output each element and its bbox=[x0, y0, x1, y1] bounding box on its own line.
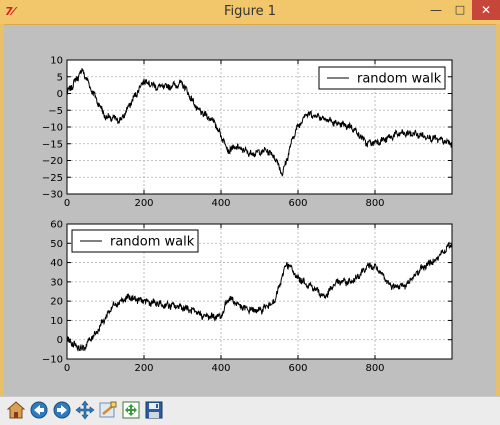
y-tick-label: 5 bbox=[57, 72, 63, 83]
save-icon bbox=[145, 401, 163, 419]
forward-icon bbox=[53, 401, 71, 419]
y-tick-label: −30 bbox=[42, 190, 63, 201]
x-tick-label: 200 bbox=[134, 363, 153, 374]
x-tick-label: 800 bbox=[365, 198, 384, 209]
x-tick-label: 800 bbox=[365, 363, 384, 374]
x-tick-label: 200 bbox=[134, 198, 153, 209]
x-tick-label: 600 bbox=[288, 363, 307, 374]
pan-button[interactable] bbox=[75, 400, 95, 420]
y-tick-label: 0 bbox=[57, 335, 63, 346]
subplot-2: 0 200 400 600 8006050403020100−10random walk bbox=[42, 220, 453, 374]
x-tick-label: 400 bbox=[211, 363, 230, 374]
zoom-icon bbox=[99, 401, 117, 418]
x-tick-label: 600 bbox=[288, 198, 307, 209]
subplot-1: 0 200 400 600 800 10 5 0 −5 −10 −15 −20 −25 −30 random… bbox=[42, 56, 453, 209]
y-tick-label: 0 bbox=[57, 89, 63, 100]
minimize-button[interactable]: — bbox=[424, 0, 448, 20]
home-icon bbox=[6, 401, 26, 419]
x-tick-label: 400 bbox=[211, 198, 230, 209]
maximize-button[interactable]: □ bbox=[448, 0, 472, 20]
y-tick-label: 60 bbox=[50, 220, 63, 231]
home-button[interactable] bbox=[6, 400, 26, 420]
subplots-button[interactable] bbox=[121, 400, 141, 420]
x-tick-label: 0 bbox=[64, 198, 70, 209]
figure-canvas[interactable]: 0 200 400 600 800 10 5 0 −5 −10 −15 −20 −25 −30 random… bbox=[6, 25, 494, 395]
forward-button[interactable] bbox=[52, 400, 72, 420]
save-button[interactable] bbox=[144, 400, 164, 420]
navigation-toolbar bbox=[0, 396, 500, 425]
y-tick-label: −25 bbox=[42, 173, 63, 184]
pan-icon bbox=[75, 400, 95, 420]
y-tick-label: 10 bbox=[50, 316, 63, 327]
y-tick-label: 30 bbox=[50, 277, 63, 288]
y-tick-label: 40 bbox=[50, 258, 63, 269]
window-border-right bbox=[496, 24, 500, 396]
legend: random walk bbox=[71, 229, 199, 253]
figure-svg: 0 200 400 600 8001050−5−10−15−20−25−30random… bbox=[42, 56, 453, 374]
y-tick-label: −15 bbox=[42, 139, 63, 150]
back-button[interactable] bbox=[29, 400, 49, 420]
y-tick-label: −10 bbox=[42, 355, 63, 366]
legend: random walk bbox=[318, 66, 446, 90]
subplots-icon bbox=[122, 401, 140, 419]
zoom-button[interactable] bbox=[98, 400, 118, 420]
y-tick-label: −20 bbox=[42, 156, 63, 167]
close-button[interactable]: ✕ bbox=[472, 0, 500, 20]
legend-label: random walk bbox=[357, 72, 442, 87]
y-tick-label: −5 bbox=[48, 106, 63, 117]
y-tick-label: −10 bbox=[42, 123, 63, 134]
x-tick-label: 0 bbox=[64, 363, 70, 374]
window-border-left bbox=[0, 24, 4, 396]
back-icon bbox=[30, 401, 48, 419]
y-tick-label: 50 bbox=[50, 239, 63, 250]
window-titlebar: 7⁄ Figure 1 — □ ✕ bbox=[0, 0, 500, 25]
y-tick-label: 20 bbox=[50, 297, 63, 308]
legend-label: random walk bbox=[110, 235, 195, 250]
y-tick-label: 10 bbox=[50, 56, 63, 67]
